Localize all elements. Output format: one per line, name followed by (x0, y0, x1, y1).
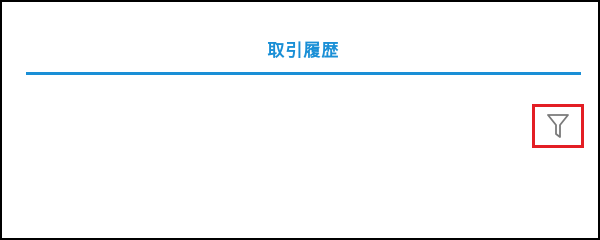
filter-icon (547, 114, 569, 138)
screen-frame: 取引履歴 (0, 0, 600, 240)
tab-label: 取引履歴 (267, 40, 340, 61)
filter-button[interactable] (538, 110, 578, 142)
active-tab-indicator (26, 72, 581, 75)
tab-transaction-history[interactable]: 取引履歴 (26, 32, 581, 72)
highlight-box (532, 104, 584, 148)
